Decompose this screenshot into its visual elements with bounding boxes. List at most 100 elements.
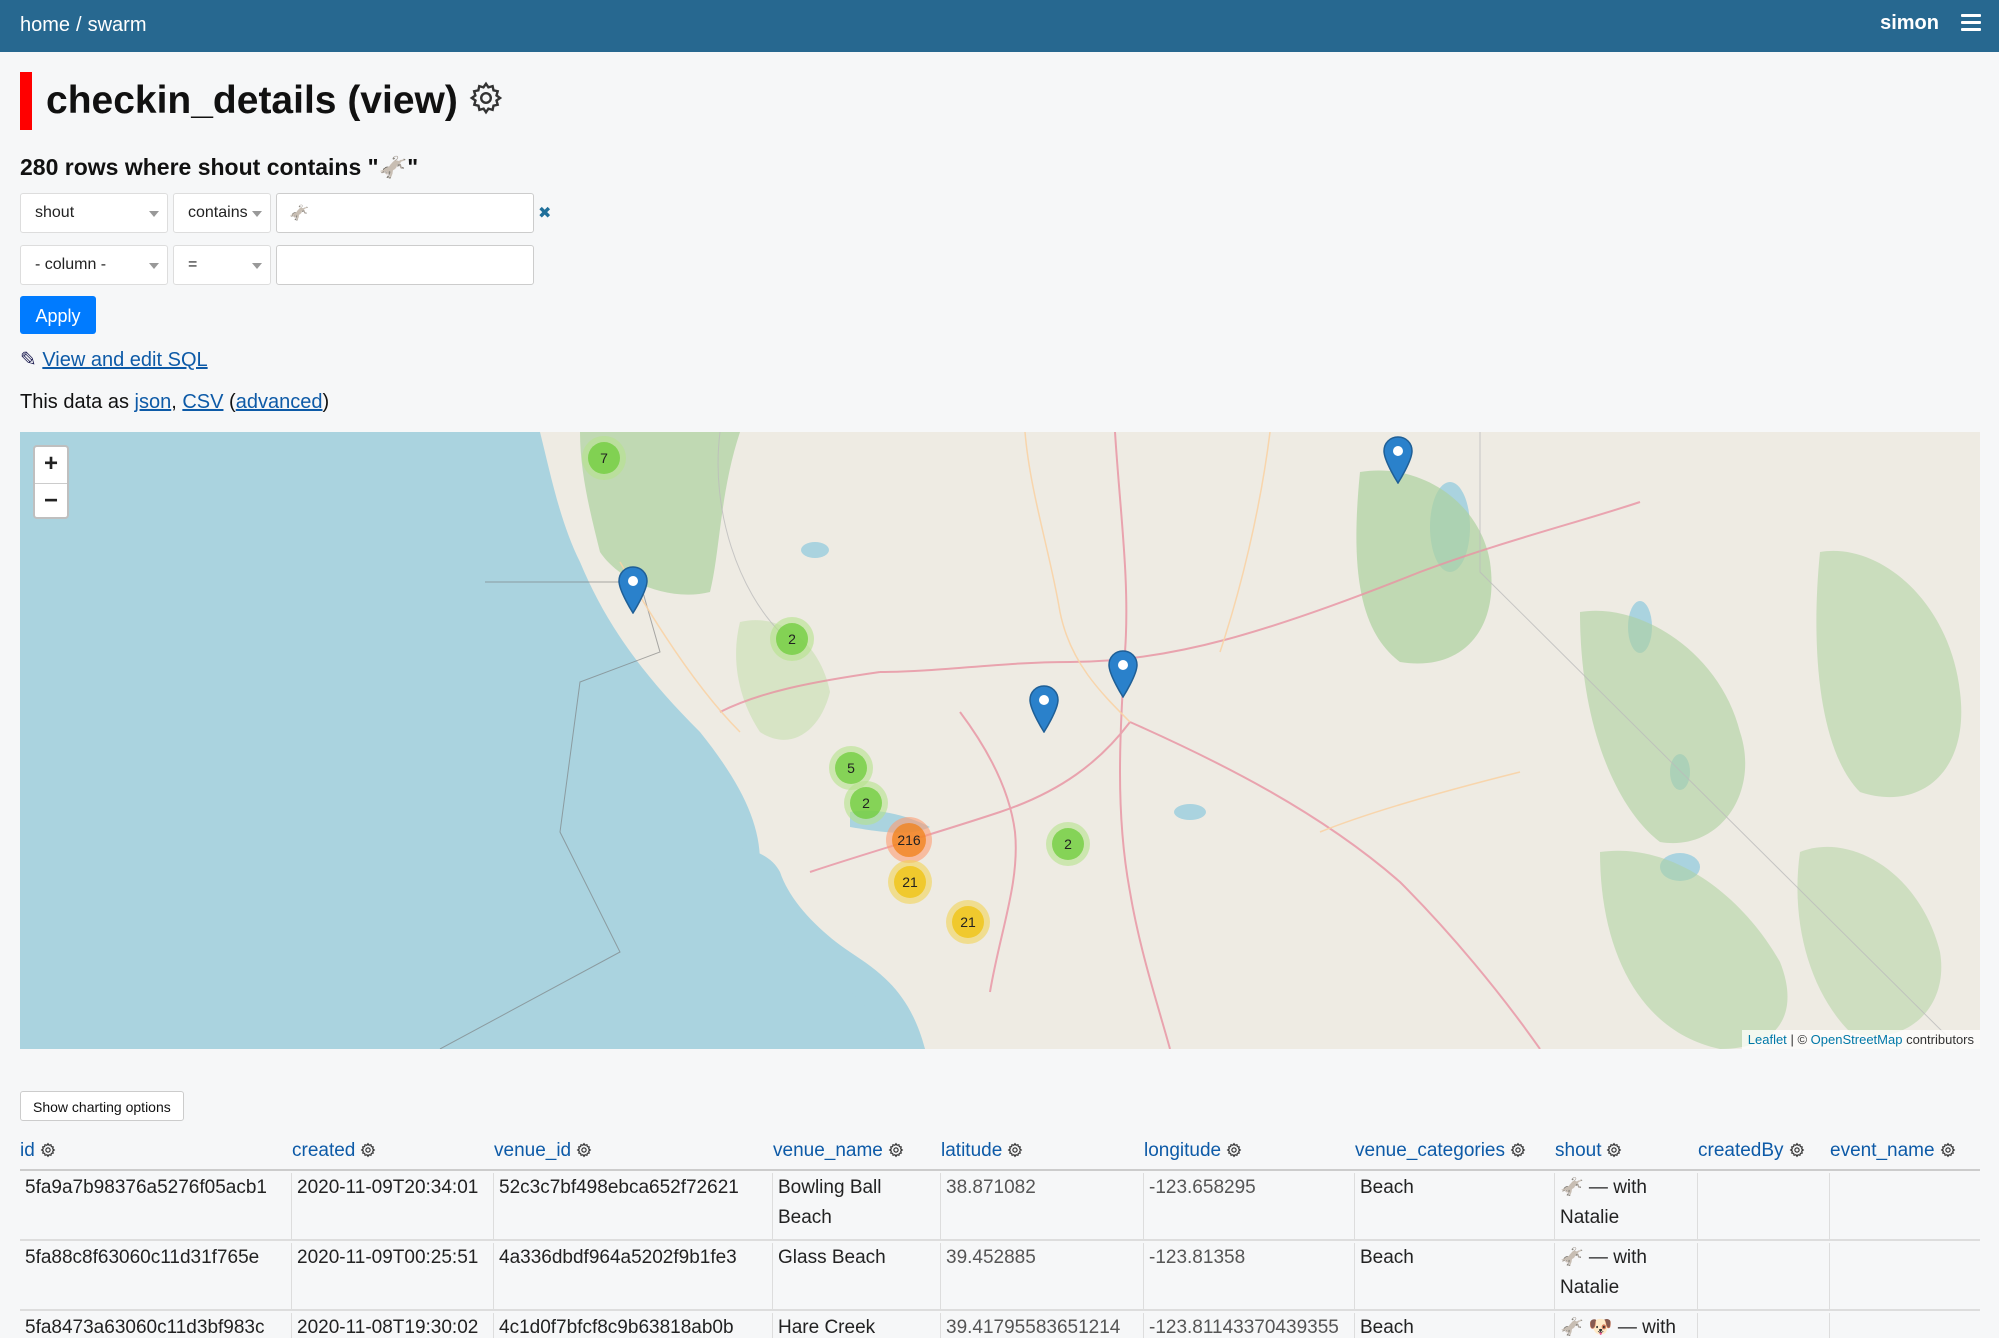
leaflet-link[interactable]: Leaflet xyxy=(1748,1032,1787,1047)
map-cluster[interactable]: 216 xyxy=(886,817,932,863)
user-name[interactable]: simon xyxy=(1880,12,1939,35)
table-row: 5fa8473a63060c11d3bf983c 2020-11-08T19:3… xyxy=(20,1313,1980,1338)
show-charting-options-button[interactable]: Show charting options xyxy=(20,1091,184,1121)
cell-id[interactable]: 5fa88c8f63060c11d31f765e xyxy=(20,1243,292,1309)
cell-longitude: -123.81143370439355 xyxy=(1144,1313,1355,1338)
zoom-in-button[interactable]: + xyxy=(35,447,67,484)
map-cluster[interactable]: 21 xyxy=(946,900,990,944)
column-header-longitude[interactable]: longitude xyxy=(1144,1140,1242,1162)
menu-icon[interactable] xyxy=(1961,14,1981,32)
copyright-symbol: © xyxy=(1797,1032,1808,1047)
column-header-created[interactable]: created xyxy=(292,1140,376,1162)
column-header-label: event_name xyxy=(1830,1140,1935,1161)
data-as-label: This data as xyxy=(20,391,129,413)
cell-venue-name: Glass Beach xyxy=(773,1243,941,1309)
gear-icon[interactable] xyxy=(576,1142,592,1158)
cell-event-name xyxy=(1830,1173,1980,1239)
column-header-label: venue_id xyxy=(494,1140,572,1161)
map-cluster[interactable]: 7 xyxy=(582,436,626,480)
filter2-op-select[interactable]: = xyxy=(173,245,271,285)
filter-value-input[interactable]: 🫏 xyxy=(276,193,534,233)
cluster-count: 5 xyxy=(835,752,867,784)
gear-icon[interactable] xyxy=(1226,1142,1242,1158)
gear-icon[interactable] xyxy=(888,1142,904,1158)
column-header-label: longitude xyxy=(1144,1140,1222,1161)
paren-open: ( xyxy=(229,391,236,413)
map-cluster[interactable]: 2 xyxy=(770,617,814,661)
view-edit-sql-link[interactable]: View and edit SQL xyxy=(42,349,207,371)
cell-shout: 🫏 — with Natalie xyxy=(1555,1243,1698,1309)
cluster-count: 2 xyxy=(776,623,808,655)
map-marker-icon[interactable] xyxy=(617,566,649,614)
cell-venue-categories: Beach xyxy=(1355,1173,1555,1239)
gear-icon[interactable] xyxy=(1510,1142,1526,1158)
column-header-shout[interactable]: shout xyxy=(1555,1140,1622,1162)
column-header-id[interactable]: id xyxy=(20,1140,56,1162)
gear-icon[interactable] xyxy=(1940,1142,1956,1158)
map[interactable]: + − 7 2 5 2 216 21 21 2 Leaflet | © Open… xyxy=(20,432,1980,1049)
filter2-op-value: = xyxy=(188,256,198,273)
filter-op-select[interactable]: contains xyxy=(173,193,271,233)
zoom-out-button[interactable]: − xyxy=(35,484,67,520)
attribution-suffix: contributors xyxy=(1906,1032,1974,1047)
json-link[interactable]: json xyxy=(135,391,172,413)
cell-created: 2020-11-09T00:25:51 xyxy=(292,1243,494,1309)
cell-createdby xyxy=(1698,1173,1830,1239)
gear-icon[interactable] xyxy=(1007,1142,1023,1158)
csv-link[interactable]: CSV xyxy=(182,391,223,413)
gear-icon[interactable] xyxy=(40,1142,56,1158)
map-cluster[interactable]: 2 xyxy=(844,781,888,825)
filter2-column-select[interactable]: - column - xyxy=(20,245,168,285)
cluster-count: 216 xyxy=(892,823,926,857)
map-cluster[interactable]: 21 xyxy=(888,860,932,904)
chevron-down-icon xyxy=(252,263,262,269)
cell-createdby xyxy=(1698,1243,1830,1309)
gear-icon[interactable] xyxy=(1789,1142,1805,1158)
cell-id[interactable]: 5fa8473a63060c11d3bf983c xyxy=(20,1313,292,1338)
column-header-venue-name[interactable]: venue_name xyxy=(773,1140,904,1162)
pencil-icon: ✎ xyxy=(20,349,37,371)
map-marker-icon[interactable] xyxy=(1107,650,1139,698)
clear-filter-icon[interactable]: ✖ xyxy=(538,203,551,223)
chevron-down-icon xyxy=(252,211,262,217)
cell-venue-categories: Beach xyxy=(1355,1243,1555,1309)
attribution-separator: | xyxy=(1790,1032,1794,1047)
map-cluster[interactable]: 2 xyxy=(1046,822,1090,866)
column-header-event-name[interactable]: event_name xyxy=(1830,1140,1956,1162)
cell-venue-categories: Beach xyxy=(1355,1313,1555,1338)
cluster-count: 2 xyxy=(1052,828,1084,860)
map-marker-icon[interactable] xyxy=(1382,436,1414,484)
zoom-control: + − xyxy=(33,445,69,519)
osm-link[interactable]: OpenStreetMap xyxy=(1811,1032,1903,1047)
page-title: checkin_details (view) xyxy=(20,72,458,130)
cell-created: 2020-11-09T20:34:01 xyxy=(292,1173,494,1239)
cell-id[interactable]: 5fa9a7b98376a5276f05acb1 xyxy=(20,1173,292,1239)
column-header-venue-id[interactable]: venue_id xyxy=(494,1140,592,1162)
filter-column-value: shout xyxy=(35,204,75,221)
gear-icon[interactable] xyxy=(1606,1142,1622,1158)
breadcrumb-home-link[interactable]: home xyxy=(20,14,70,36)
cell-shout: 🫏 — with Natalie xyxy=(1555,1173,1698,1239)
advanced-link[interactable]: advanced xyxy=(236,391,323,413)
cell-venue-name: Hare Creek xyxy=(773,1313,941,1338)
column-header-label: venue_name xyxy=(773,1140,883,1161)
table-header: id created venue_id venue_name latitude … xyxy=(0,1140,1999,1170)
apply-button[interactable]: Apply xyxy=(20,296,96,334)
map-marker-icon[interactable] xyxy=(1028,685,1060,733)
breadcrumb-swarm-link[interactable]: swarm xyxy=(88,14,147,36)
column-header-venue-categories[interactable]: venue_categories xyxy=(1355,1140,1526,1162)
column-header-label: shout xyxy=(1555,1140,1602,1161)
column-header-createdby[interactable]: createdBy xyxy=(1698,1140,1805,1162)
filter-summary: 280 rows where shout contains "🫏" xyxy=(20,154,419,180)
data-export-links: This data as json, CSV (advanced) xyxy=(20,391,329,414)
column-header-latitude[interactable]: latitude xyxy=(941,1140,1023,1162)
cell-event-name xyxy=(1830,1243,1980,1309)
filter-column-select[interactable]: shout xyxy=(20,193,168,233)
table-row: 5fa9a7b98376a5276f05acb1 2020-11-09T20:3… xyxy=(20,1173,1980,1241)
column-header-label: id xyxy=(20,1140,35,1161)
cluster-count: 21 xyxy=(952,906,984,938)
cluster-count: 7 xyxy=(588,442,620,474)
filter2-value-input[interactable] xyxy=(276,245,534,285)
gear-icon[interactable] xyxy=(468,80,504,116)
gear-icon[interactable] xyxy=(360,1142,376,1158)
